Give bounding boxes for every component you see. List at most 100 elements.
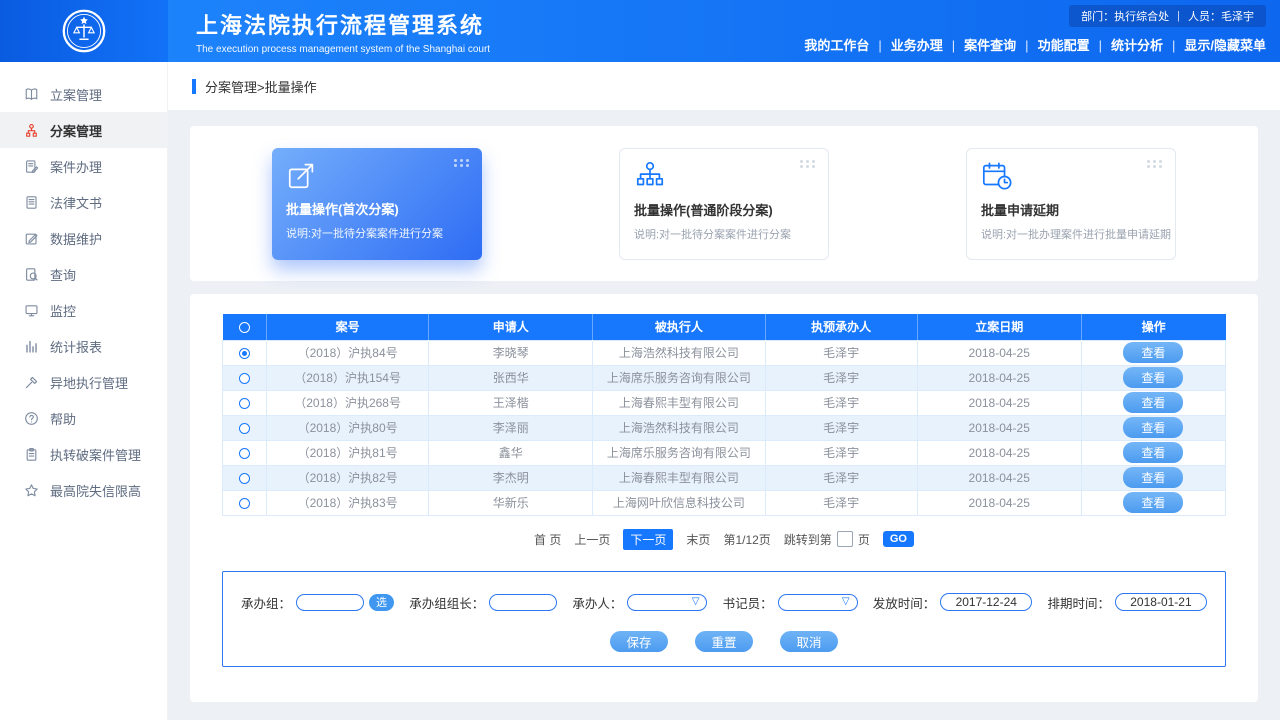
nav-item-workbench[interactable]: 我的工作台	[804, 35, 869, 54]
group-field-wrap: 承办组： 选	[241, 593, 394, 612]
page-last-button[interactable]: 末页	[686, 531, 710, 548]
sidebar-item-remote-execution[interactable]: 异地执行管理	[0, 364, 167, 400]
card-batch-first-division[interactable]: 批量操作(首次分案) 说明:对一批待分案案件进行分案	[272, 148, 482, 260]
row-radio[interactable]	[239, 373, 250, 384]
app-title-block: 上海法院执行流程管理系统 The execution process manag…	[196, 8, 490, 55]
sidebar-item-bankruptcy-transfer[interactable]: 执转破案件管理	[0, 436, 167, 472]
select-group-button[interactable]: 选	[369, 594, 394, 611]
applicant-cell: 华新乐	[429, 490, 593, 515]
go-button[interactable]: GO	[883, 531, 914, 547]
sidebar-item-statistics-report[interactable]: 统计报表	[0, 328, 167, 364]
jump-label-prefix: 跳转到第	[784, 531, 832, 548]
jump-page-input[interactable]	[837, 531, 853, 547]
filing-date-cell: 2018-04-25	[917, 465, 1081, 490]
column-header-executee: 被执行人	[593, 314, 765, 340]
handler-cell: 毛泽宇	[765, 390, 917, 415]
sidebar-item-help[interactable]: 帮助	[0, 400, 167, 436]
row-radio[interactable]	[239, 473, 250, 484]
view-button[interactable]: 查看	[1123, 367, 1183, 388]
filing-date-cell: 2018-04-25	[917, 365, 1081, 390]
card-batch-delay-request[interactable]: 批量申请延期 说明:对一批办理案件进行批量申请延期	[966, 148, 1176, 260]
card-menu-dots	[1147, 160, 1162, 168]
monitor-icon	[24, 303, 39, 318]
row-radio[interactable]	[239, 498, 250, 509]
column-header-filing-date: 立案日期	[917, 314, 1081, 340]
case-no-cell: （2018）沪执80号	[267, 415, 429, 440]
view-button[interactable]: 查看	[1123, 442, 1183, 463]
breadcrumb: 分案管理>批量操作	[205, 77, 317, 96]
executee-cell: 上海浩然科技有限公司	[593, 340, 765, 365]
card-menu-dots	[800, 160, 815, 168]
sidebar-item-label: 帮助	[50, 409, 76, 428]
page-info: 第1/12页	[723, 531, 770, 548]
schedule-date-field[interactable]: 2018-01-21	[1115, 593, 1207, 611]
case-no-cell: （2018）沪执154号	[267, 365, 429, 390]
handler-field-wrap: 承办人：	[572, 593, 707, 612]
sidebar-item-query[interactable]: 查询	[0, 256, 167, 292]
nav-item-case-query[interactable]: 案件查询	[943, 35, 1016, 54]
view-button[interactable]: 查看	[1123, 392, 1183, 413]
table-row: （2018）沪执83号 华新乐 上海网叶欣信息科技公司 毛泽宇 2018-04-…	[223, 490, 1226, 515]
user-info-bar: 部门：执行综合处 人员：毛泽宇	[1069, 5, 1266, 27]
view-button[interactable]: 查看	[1123, 492, 1183, 513]
sidebar-item-case-filing[interactable]: 立案管理	[0, 76, 167, 112]
sidebar-item-case-handling[interactable]: 案件办理	[0, 148, 167, 184]
row-radio[interactable]	[239, 423, 250, 434]
row-radio[interactable]	[239, 398, 250, 409]
bar-chart-icon	[24, 339, 39, 354]
column-header-handler: 执预承办人	[765, 314, 917, 340]
page-prev-button[interactable]: 上一页	[574, 531, 610, 548]
view-button[interactable]: 查看	[1123, 417, 1183, 438]
sidebar-item-supreme-dishonesty[interactable]: 最高院失信限高	[0, 472, 167, 508]
issue-time-field-wrap: 发放时间： 2017-12-24	[873, 593, 1033, 612]
executee-cell: 上海浩然科技有限公司	[593, 415, 765, 440]
sidebar-item-data-maintenance[interactable]: 数据维护	[0, 220, 167, 256]
app-subtitle: The execution process management system …	[196, 44, 490, 55]
nav-item-toggle-menu[interactable]: 显示/隐藏菜单	[1163, 35, 1266, 54]
view-button[interactable]: 查看	[1123, 342, 1183, 363]
calendar-clock-icon	[981, 160, 1013, 192]
view-button[interactable]: 查看	[1123, 467, 1183, 488]
clerk-select[interactable]	[778, 594, 858, 611]
page-first-button[interactable]: 首 页	[534, 531, 561, 548]
table-row: （2018）沪执268号 王泽楷 上海春熙丰型有限公司 毛泽宇 2018-04-…	[223, 390, 1226, 415]
handler-cell: 毛泽宇	[765, 490, 917, 515]
star-icon	[24, 483, 39, 498]
select-all-radio[interactable]	[239, 322, 250, 333]
dropdown-arrow-icon	[692, 596, 700, 607]
issue-date-field[interactable]: 2017-12-24	[940, 593, 1032, 611]
sidebar-item-case-division[interactable]: 分案管理	[0, 112, 167, 148]
handler-label: 承办人：	[572, 593, 622, 612]
row-radio[interactable]	[239, 448, 250, 459]
card-description: 说明:对一批待分案案件进行分案	[286, 225, 468, 241]
save-button[interactable]: 保存	[610, 631, 668, 652]
doc-edit-icon	[24, 159, 39, 174]
card-batch-normal-division[interactable]: 批量操作(普通阶段分案) 说明:对一批待分案案件进行分案	[619, 148, 829, 260]
handler-cell: 毛泽宇	[765, 365, 917, 390]
page-next-button[interactable]: 下一页	[623, 529, 673, 550]
nav-item-config[interactable]: 功能配置	[1016, 35, 1089, 54]
sidebar-item-monitoring[interactable]: 监控	[0, 292, 167, 328]
reset-button[interactable]: 重置	[695, 631, 753, 652]
group-leader-input[interactable]	[489, 594, 557, 611]
cancel-button[interactable]: 取消	[780, 631, 838, 652]
main-area: 分案管理>批量操作 批量操作(首次分案) 说明:对一批待分案案件进行分案	[168, 62, 1280, 720]
handler-select[interactable]	[627, 594, 707, 611]
group-leader-field-wrap: 承办组组长：	[409, 593, 557, 612]
executee-cell: 上海席乐服务咨询有限公司	[593, 365, 765, 390]
sidebar-item-legal-documents[interactable]: 法律文书	[0, 184, 167, 220]
row-radio[interactable]	[239, 348, 250, 359]
clipboard-icon	[24, 447, 39, 462]
department-label: 部门：执行综合处	[1081, 8, 1169, 24]
filing-date-cell: 2018-04-25	[917, 390, 1081, 415]
card-title: 批量申请延期	[981, 200, 1161, 219]
org-chart-icon	[634, 160, 666, 192]
nav-item-business[interactable]: 业务办理	[869, 35, 942, 54]
card-menu-dots	[454, 159, 469, 167]
group-input[interactable]	[296, 594, 364, 611]
app-header: 上海法院执行流程管理系统 The execution process manag…	[0, 0, 1280, 62]
search-doc-icon	[24, 267, 39, 282]
table-row: （2018）沪执80号 李泽丽 上海浩然科技有限公司 毛泽宇 2018-04-2…	[223, 415, 1226, 440]
nav-item-statistics[interactable]: 统计分析	[1090, 35, 1163, 54]
sidebar-item-label: 监控	[50, 301, 76, 320]
